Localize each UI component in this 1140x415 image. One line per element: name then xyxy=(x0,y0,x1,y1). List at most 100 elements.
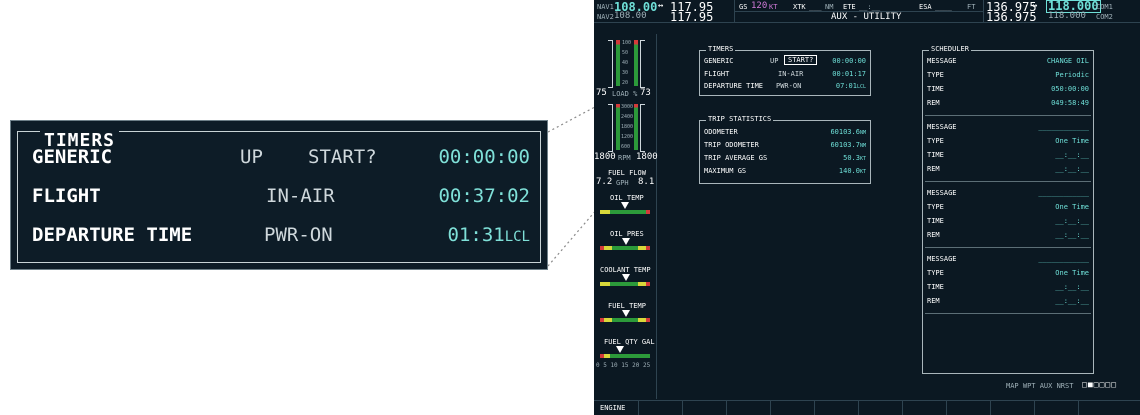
sched-1-time[interactable]: 050:00:00 xyxy=(1051,85,1089,93)
sched-2-rem-row: REM __:__:__ xyxy=(923,165,1093,177)
timer-departure-mode[interactable]: PWR-ON xyxy=(776,82,801,90)
sched-2-rem: __:__:__ xyxy=(1055,165,1089,173)
sched-1-message-label: MESSAGE xyxy=(927,57,957,65)
callout-row-flight: FLIGHT IN-AIR 00:37:02 xyxy=(18,185,540,219)
softkey-9[interactable] xyxy=(946,401,991,415)
load-gauge-scale xyxy=(608,40,613,88)
softkey-2[interactable] xyxy=(638,401,683,415)
scheduler-panel-title: SCHEDULER xyxy=(929,45,971,53)
trip-panel-title: TRIP STATISTICS xyxy=(706,115,774,123)
softkey-6[interactable] xyxy=(814,401,859,415)
callout-flight-value: 00:37:02 xyxy=(438,185,530,207)
sched-2-type[interactable]: One Time xyxy=(1055,137,1089,145)
softkey-11[interactable] xyxy=(1034,401,1079,415)
softkey-4[interactable] xyxy=(726,401,771,415)
sched-3-time-row: TIME __:__:__ xyxy=(923,217,1093,229)
nav2-label: NAV2 xyxy=(597,13,614,21)
coolant-temp-pointer xyxy=(622,274,630,281)
timer-generic-start-button[interactable]: START? xyxy=(784,55,818,65)
callout-generic-start-button[interactable]: START? xyxy=(308,146,377,168)
oil-temp-label: OIL TEMP xyxy=(610,194,644,202)
esa-unit: FT xyxy=(967,3,976,11)
load-tick-100: 100 xyxy=(622,40,632,46)
callout-generic-value: 00:00:00 xyxy=(438,146,530,168)
fuel-flow-left: 7.2 xyxy=(596,177,613,187)
com2-active-freq[interactable]: 136.975 xyxy=(986,10,1037,24)
ete-label: ETE xyxy=(843,3,856,11)
trip-odometer-value-wrap: 60103.6NM xyxy=(830,128,866,136)
trip-maximum-gs-value-wrap: 140.0KT xyxy=(839,167,866,175)
nav2-active-freq[interactable]: 108.00 xyxy=(614,11,647,21)
sched-1-type[interactable]: Periodic xyxy=(1055,71,1089,79)
oil-temp-bar xyxy=(600,210,650,214)
page-group-labels: MAP WPT AUX NRST xyxy=(1006,382,1074,390)
softkey-5[interactable] xyxy=(770,401,815,415)
sched-1-message[interactable]: CHANGE OIL xyxy=(1047,57,1089,65)
softkey-12[interactable] xyxy=(1078,401,1140,415)
sched-4-type[interactable]: One Time xyxy=(1055,269,1089,277)
sched-divider-2 xyxy=(925,181,1091,182)
timers-panel: TIMERS GENERIC UP START? 00:00:00 FLIGHT… xyxy=(699,45,871,96)
callout-flight-mode[interactable]: IN-AIR xyxy=(266,185,335,207)
callout-row-generic: GENERIC UP START? 00:00:00 xyxy=(18,146,540,180)
callout-departure-value: 01:31 xyxy=(447,224,505,246)
oil-temp-pointer xyxy=(621,202,629,209)
sched-divider-3 xyxy=(925,247,1091,248)
sched-3-message[interactable]: ____________ xyxy=(1038,189,1089,197)
softkey-bar: ENGINE xyxy=(594,400,1140,415)
top-status-bar: NAV1 108.00 ↔ 117.95 NAV2 108.00 117.95 … xyxy=(594,0,1140,24)
timer-generic-label: GENERIC xyxy=(704,57,734,65)
sched-4-time-row: TIME __:__:__ xyxy=(923,283,1093,295)
sched-2-message[interactable]: ____________ xyxy=(1038,123,1089,131)
esa-value: ____ xyxy=(935,3,952,11)
trip-row-average-gs: TRIP AVERAGE GS 50.3KT xyxy=(700,154,870,166)
softkey-3[interactable] xyxy=(682,401,727,415)
timer-flight-label: FLIGHT xyxy=(704,70,730,78)
fuel-flow-right: 8.1 xyxy=(638,177,655,187)
callout-departure-mode[interactable]: PWR-ON xyxy=(264,224,333,246)
sched-4-message-row: MESSAGE ____________ xyxy=(923,255,1093,267)
com1-label: COM1 xyxy=(1096,3,1113,11)
sched-2-time[interactable]: __:__:__ xyxy=(1055,151,1089,159)
load-label: LOAD % xyxy=(612,90,638,98)
com2-standby-freq[interactable]: 118.000 xyxy=(1048,11,1086,21)
nav1-swap-arrow[interactable]: ↔ xyxy=(658,1,663,11)
callout-generic-direction[interactable]: UP xyxy=(240,146,263,168)
softkey-engine[interactable]: ENGINE xyxy=(594,401,639,415)
sched-4-time-label: TIME xyxy=(927,283,944,291)
softkey-10[interactable] xyxy=(990,401,1035,415)
trip-odometer-label: ODOMETER xyxy=(704,128,738,136)
load-right-value: 73 xyxy=(640,88,651,98)
softkey-7[interactable] xyxy=(858,401,903,415)
ete-value: __:__ xyxy=(859,3,881,11)
sched-3-rem-row: REM __:__:__ xyxy=(923,231,1093,243)
load-gauge-bar xyxy=(616,40,620,86)
rpm-gauge-ticks: 3000 2400 1800 1200 600 xyxy=(621,104,635,150)
softkey-8[interactable] xyxy=(902,401,947,415)
timer-departure-value: 07:01 xyxy=(835,82,857,90)
timers-callout-frame: TIMERS GENERIC UP START? 00:00:00 FLIGHT… xyxy=(17,130,541,263)
rpm-tick-2400: 2400 xyxy=(621,114,634,120)
sched-1-time-row: TIME 050:00:00 xyxy=(923,85,1093,97)
sched-3-time-label: TIME xyxy=(927,217,944,225)
timer-flight-mode[interactable]: IN-AIR xyxy=(778,70,803,78)
sched-3-message-label: MESSAGE xyxy=(927,189,957,197)
trip-maximum-gs-value: 140.0 xyxy=(838,167,860,175)
sched-3-type[interactable]: One Time xyxy=(1055,203,1089,211)
sched-4-message[interactable]: ____________ xyxy=(1038,255,1089,263)
sched-1-type-row: TYPE Periodic xyxy=(923,71,1093,83)
scheduler-panel: SCHEDULER MESSAGE CHANGE OIL TYPE Periodic… xyxy=(922,45,1094,374)
sched-4-rem-row: REM __:__:__ xyxy=(923,297,1093,309)
trip-average-gs-label: TRIP AVERAGE GS xyxy=(704,154,768,162)
sched-4-time[interactable]: __:__:__ xyxy=(1055,283,1089,291)
sched-3-time[interactable]: __:__:__ xyxy=(1055,217,1089,225)
rpm-label: RPM xyxy=(618,154,631,162)
timer-generic-value: 00:00:00 xyxy=(832,57,866,65)
trip-row-odometer: ODOMETER 60103.6NM xyxy=(700,128,870,140)
softkey-engine-label: ENGINE xyxy=(600,404,626,412)
nav2-standby-freq[interactable]: 117.95 xyxy=(670,10,713,24)
sched-1-message-row: MESSAGE CHANGE OIL xyxy=(923,57,1093,69)
rpm-gauge-bar-right xyxy=(634,104,638,150)
load-gauge-bar-right xyxy=(634,40,638,86)
timer-generic-direction[interactable]: UP xyxy=(770,57,778,65)
